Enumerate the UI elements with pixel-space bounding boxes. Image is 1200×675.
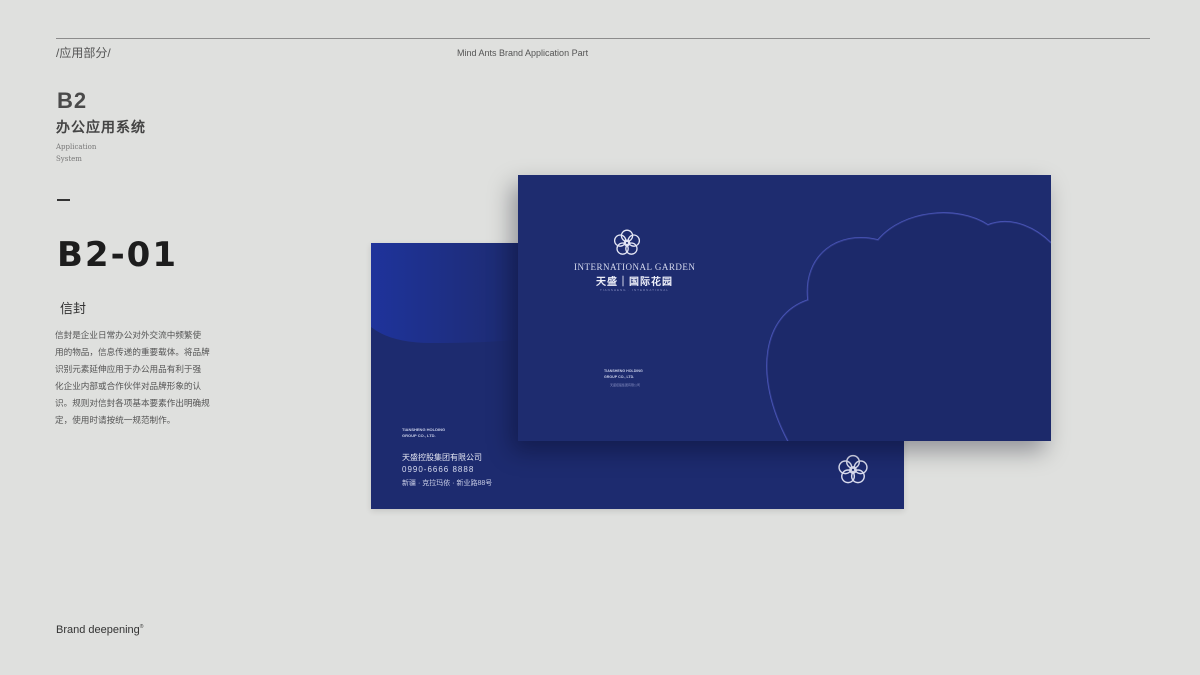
item-code: B2-01 bbox=[57, 235, 178, 275]
item-title: 信封 bbox=[60, 301, 87, 316]
front-company-en: TIANSHENG HOLDING GROUP CO., LTD. bbox=[604, 369, 643, 379]
front-company-small: 天盛控股集团有限公司 bbox=[610, 383, 641, 387]
footer-brand-mark: ® bbox=[139, 624, 144, 630]
front-brand-sub: TIANSHENG · INTERNATIONAL bbox=[600, 288, 669, 292]
flower-knot-icon bbox=[838, 454, 868, 484]
back-company-en: TIANSHENG HOLDING GROUP CO., LTD. bbox=[402, 427, 446, 438]
system-title-en: Application System bbox=[56, 143, 97, 163]
front-brand-en: INTERNATIONAL GARDEN bbox=[574, 262, 696, 272]
cloud-line-art bbox=[766, 212, 1051, 441]
section-label: /应用部分/ bbox=[56, 46, 111, 60]
description-line: 用的物品，信息传递的重要载体。将品牌 bbox=[55, 347, 210, 357]
description-line: 识别元素延伸应用于办公用品有利于强 bbox=[55, 364, 202, 374]
front-brand-zh: 天盛｜国际花园 bbox=[596, 277, 673, 288]
footer-brand: Brand deepening® bbox=[56, 624, 143, 636]
flower-knot-icon bbox=[613, 229, 641, 255]
system-title-zh: 办公应用系统 bbox=[56, 119, 146, 135]
description-line: 化企业内部或合作伙伴对品牌形象的认 bbox=[55, 381, 202, 391]
back-address: 新疆 · 克拉玛依 · 新业路88号 bbox=[402, 480, 493, 487]
description-line: 识。规则对信封各项基本要素作出明确规 bbox=[55, 398, 210, 408]
header-caption: Mind Ants Brand Application Part bbox=[457, 48, 589, 58]
back-company-zh: 天盛控股集团有限公司 bbox=[402, 453, 482, 462]
back-phone: 0990-6666 8888 bbox=[402, 465, 475, 474]
footer-brand-text: Brand deepening bbox=[56, 624, 140, 636]
top-rule bbox=[56, 38, 1150, 39]
envelope-front: INTERNATIONAL GARDEN 天盛｜国际花园 TIANSHENG ·… bbox=[518, 175, 1051, 441]
item-description: 信封是企业日常办公对外交流中频繁使 用的物品，信息传递的重要载体。将品牌 识别元… bbox=[55, 327, 215, 429]
description-line: 信封是企业日常办公对外交流中频繁使 bbox=[55, 330, 202, 340]
divider-dash bbox=[57, 199, 70, 201]
description-line: 定，使用时请按统一规范制作。 bbox=[55, 415, 176, 425]
section-code: B2 bbox=[57, 88, 88, 113]
